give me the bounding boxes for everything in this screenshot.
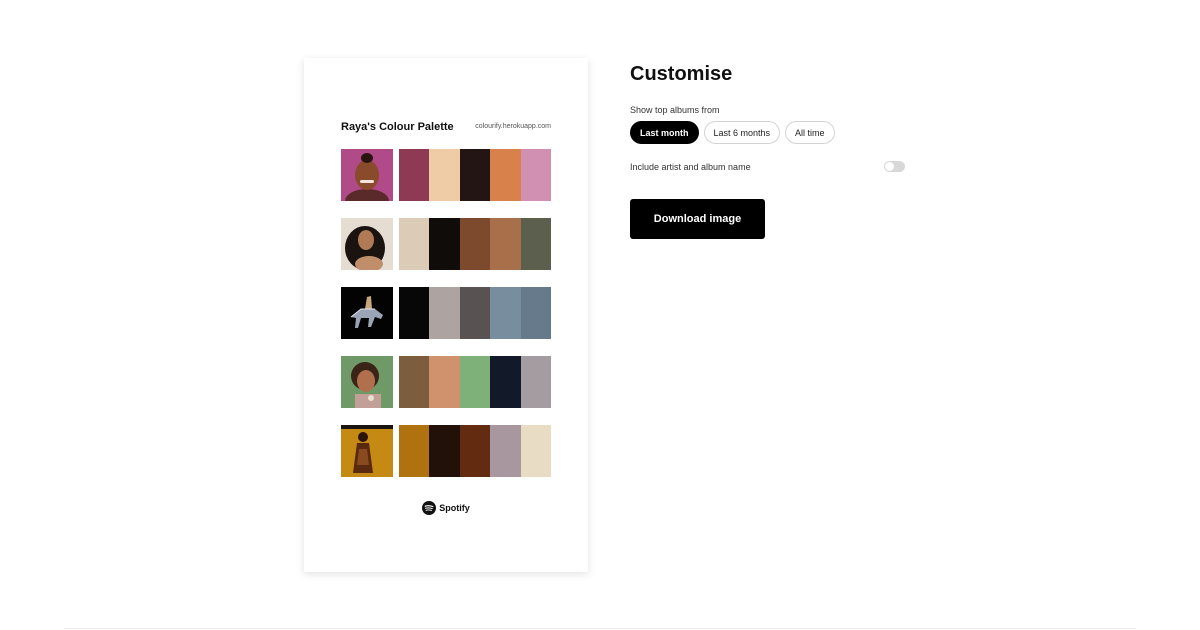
album-cover (341, 356, 393, 408)
color-swatch (459, 218, 491, 270)
color-swatches (399, 218, 551, 270)
site-url: colourify.herokuapp.com (475, 123, 551, 130)
color-swatch (399, 287, 430, 339)
color-swatch (520, 287, 551, 339)
color-swatch (490, 425, 521, 477)
include-names-label: Include artist and album name (630, 162, 751, 172)
color-swatches (399, 287, 551, 339)
color-swatches (399, 425, 551, 477)
color-swatch (490, 149, 521, 201)
color-swatch (520, 425, 551, 477)
album-cover (341, 218, 393, 270)
color-swatch (459, 149, 491, 201)
range-last-6-months-button[interactable]: Last 6 months (703, 121, 781, 144)
spotify-wordmark: Spotify (439, 503, 470, 513)
color-swatch (459, 425, 491, 477)
color-swatch (429, 356, 460, 408)
range-last-month-button[interactable]: Last month (630, 121, 699, 144)
spotify-icon (422, 501, 437, 515)
color-swatch (399, 356, 430, 408)
color-swatch (429, 149, 460, 201)
palette-title: Raya's Colour Palette (341, 121, 454, 133)
color-swatch (490, 218, 521, 270)
color-swatch (459, 287, 491, 339)
color-swatch (429, 287, 460, 339)
toggle-knob (885, 162, 894, 171)
color-swatch (520, 149, 551, 201)
color-swatch (520, 218, 551, 270)
color-swatch (490, 287, 521, 339)
album-cover (341, 149, 393, 201)
color-swatch (429, 425, 460, 477)
album-cover (341, 425, 393, 477)
range-all-time-button[interactable]: All time (785, 121, 835, 144)
color-swatch (429, 218, 460, 270)
albums-range-label: Show top albums from (630, 105, 720, 115)
color-swatches (399, 149, 551, 201)
color-swatch (520, 356, 551, 408)
include-names-toggle[interactable] (884, 161, 905, 172)
palette-preview-card: Raya's Colour Palette colourify.herokuap… (304, 58, 588, 572)
color-swatches (399, 356, 551, 408)
time-range-selector: Last month Last 6 months All time (630, 121, 835, 144)
download-image-button[interactable]: Download image (630, 199, 765, 239)
color-swatch (399, 425, 430, 477)
album-cover (341, 287, 393, 339)
color-swatch (490, 356, 521, 408)
spotify-logo: Spotify (304, 501, 588, 515)
footer-divider (64, 628, 1136, 629)
color-swatch (459, 356, 491, 408)
include-names-setting: Include artist and album name (630, 160, 905, 176)
page-title: Customise (630, 63, 733, 85)
color-swatch (399, 149, 430, 201)
color-swatch (399, 218, 430, 270)
